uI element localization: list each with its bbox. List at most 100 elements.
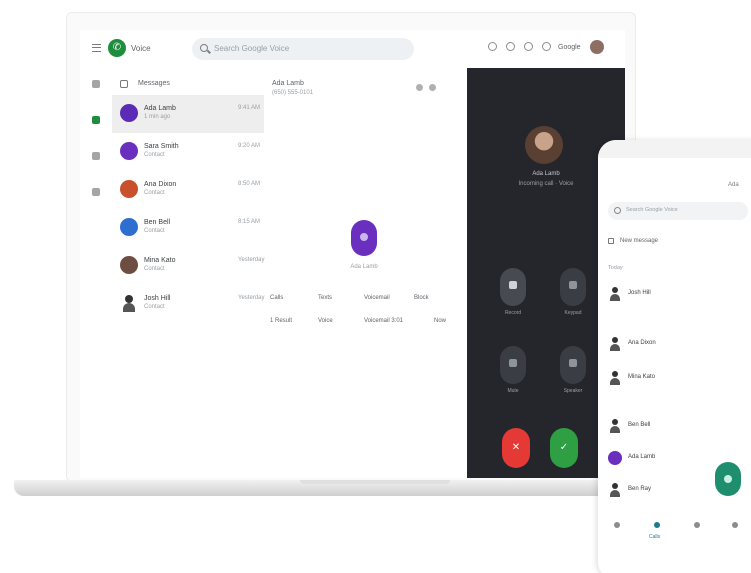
phone-account[interactable]: Ada bbox=[728, 182, 739, 188]
compose-icon bbox=[120, 80, 128, 88]
contact-name: Ada Lamb bbox=[144, 105, 176, 112]
contact-name: Josh Hill bbox=[628, 290, 651, 296]
phone-app: Ada Search Google Voice New message Toda… bbox=[598, 140, 751, 573]
laptop-notch bbox=[300, 480, 450, 484]
conversation-row[interactable]: Ben Bell Contact 8:15 AM bbox=[112, 209, 264, 247]
call-control-button[interactable] bbox=[500, 268, 526, 306]
contact-name: Mina Kato bbox=[628, 374, 656, 380]
dial-fab-button[interactable] bbox=[715, 462, 741, 496]
top-bar: ✆ Voice Search Google Voice Google bbox=[80, 30, 625, 70]
list-header[interactable]: Messages bbox=[112, 75, 264, 95]
call-control-button[interactable] bbox=[560, 268, 586, 306]
more-icon[interactable] bbox=[429, 84, 436, 91]
apps-icon[interactable] bbox=[542, 42, 551, 51]
caller-photo bbox=[525, 126, 563, 164]
conversation-row[interactable]: Josh Hill Contact Yesterday bbox=[112, 285, 264, 323]
call-icon[interactable] bbox=[416, 84, 423, 91]
detail-tab[interactable]: Texts bbox=[318, 295, 332, 301]
detail-tabs: Calls Texts Voicemail Block bbox=[264, 295, 464, 309]
call-control-label: Keypad bbox=[564, 310, 582, 316]
message-time: 9:41 AM bbox=[238, 105, 261, 111]
contact-avatar bbox=[608, 337, 622, 351]
bottom-nav: Calls bbox=[598, 512, 751, 552]
help-icon[interactable] bbox=[488, 42, 497, 51]
detail-title: Ada Lamb bbox=[272, 80, 304, 87]
answer-call-button[interactable]: ✓ bbox=[550, 428, 578, 468]
menu-icon[interactable] bbox=[92, 44, 101, 52]
decline-call-button[interactable]: ✕ bbox=[502, 428, 530, 468]
nav-messages-icon[interactable] bbox=[692, 520, 702, 530]
new-message-button[interactable]: New message bbox=[620, 238, 658, 244]
detail-tab[interactable]: Calls bbox=[270, 295, 283, 301]
contact-avatar bbox=[120, 180, 138, 198]
phone-contact-row[interactable]: Ben Bell bbox=[608, 417, 748, 437]
account-label: Google bbox=[558, 44, 581, 51]
contact-avatar-label: Ada Lamb bbox=[350, 264, 378, 270]
contact-avatar bbox=[120, 256, 138, 274]
conversation-row[interactable]: Ana Dixon Contact 8:50 AM bbox=[112, 171, 264, 209]
contact-avatar bbox=[608, 451, 622, 465]
contact-avatar bbox=[120, 294, 138, 312]
feedback-icon[interactable] bbox=[506, 42, 515, 51]
conversation-row[interactable]: Mina Kato Contact Yesterday bbox=[112, 247, 264, 285]
decline-icon: ✕ bbox=[511, 442, 521, 453]
contact-subtitle: Contact bbox=[144, 266, 165, 272]
nav-contacts-icon[interactable] bbox=[612, 520, 622, 530]
contact-avatar bbox=[351, 220, 377, 256]
nav-calls-icon[interactable] bbox=[652, 520, 662, 530]
message-time: 9:20 AM bbox=[238, 143, 261, 149]
message-cell: Voice bbox=[318, 318, 333, 324]
contact-avatar bbox=[608, 287, 622, 301]
phone-contact-row[interactable]: Mina Kato bbox=[608, 369, 748, 389]
detail-actions bbox=[416, 84, 436, 91]
contact-name: Josh Hill bbox=[144, 295, 171, 302]
rail-contacts-icon[interactable] bbox=[92, 188, 100, 196]
contact-subtitle: Contact bbox=[144, 228, 165, 234]
conversation-list: Messages Ada Lamb 1 min ago 9:41 AM Sara Sm… bbox=[112, 75, 264, 323]
contact-name: Ana Dixon bbox=[628, 340, 656, 346]
toolbar-icons bbox=[488, 42, 551, 51]
message-time: 8:15 AM bbox=[238, 219, 261, 225]
search-placeholder[interactable]: Search Google Voice bbox=[214, 44, 289, 53]
detail-tab[interactable]: Block bbox=[414, 295, 429, 301]
app-name: Voice bbox=[131, 44, 151, 53]
contact-name: Ada Lamb bbox=[628, 454, 656, 460]
message-time: Yesterday bbox=[238, 295, 265, 301]
call-control-button[interactable] bbox=[560, 346, 586, 384]
account-avatar[interactable] bbox=[590, 40, 604, 54]
message-cell: 1 Result bbox=[270, 318, 293, 324]
settings-icon[interactable] bbox=[524, 42, 533, 51]
answer-icon: ✓ bbox=[559, 442, 569, 453]
rail-voicemail-icon[interactable] bbox=[92, 152, 100, 160]
call-control-button[interactable] bbox=[500, 346, 526, 384]
contact-avatar bbox=[608, 483, 622, 497]
contact-name: Ben Bell bbox=[628, 422, 651, 428]
contact-name: Ana Dixon bbox=[144, 181, 177, 188]
contact-avatar bbox=[120, 218, 138, 236]
contact-subtitle: Contact bbox=[144, 304, 165, 310]
contact-avatar bbox=[608, 371, 622, 385]
search-bar[interactable]: Search Google Voice bbox=[192, 38, 414, 60]
phone-search-bar[interactable]: Search Google Voice bbox=[608, 202, 748, 220]
message-row: 1 Result Voice Voicemail 3:01 Now bbox=[264, 318, 464, 330]
nav-voicemail-icon[interactable] bbox=[730, 520, 740, 530]
phone-search-placeholder[interactable]: Search Google Voice bbox=[626, 207, 678, 213]
contact-subtitle: Contact bbox=[144, 190, 165, 196]
search-icon bbox=[614, 207, 621, 214]
message-time: Yesterday bbox=[238, 257, 265, 263]
contact-avatar bbox=[120, 104, 138, 122]
rail-messages-icon[interactable] bbox=[92, 116, 100, 124]
phone-contact-row[interactable]: Ana Dixon bbox=[608, 335, 748, 355]
phone-contact-row[interactable]: Josh Hill bbox=[608, 285, 748, 305]
nav-active-label: Calls bbox=[649, 534, 661, 540]
conversation-row[interactable]: Ada Lamb 1 min ago 9:41 AM bbox=[112, 95, 264, 133]
contact-subtitle: 1 min ago bbox=[144, 114, 171, 120]
call-control-label: Mute bbox=[507, 388, 519, 394]
detail-tab[interactable]: Voicemail bbox=[364, 295, 390, 301]
call-control-label: Speaker bbox=[563, 388, 583, 394]
conversation-row[interactable]: Sara Smith Contact 9:20 AM bbox=[112, 133, 264, 171]
message-time: 8:50 AM bbox=[238, 181, 261, 187]
message-cell: Voicemail 3:01 bbox=[364, 318, 404, 324]
app-logo: ✆ bbox=[108, 39, 126, 57]
rail-calls-icon[interactable] bbox=[92, 80, 100, 88]
